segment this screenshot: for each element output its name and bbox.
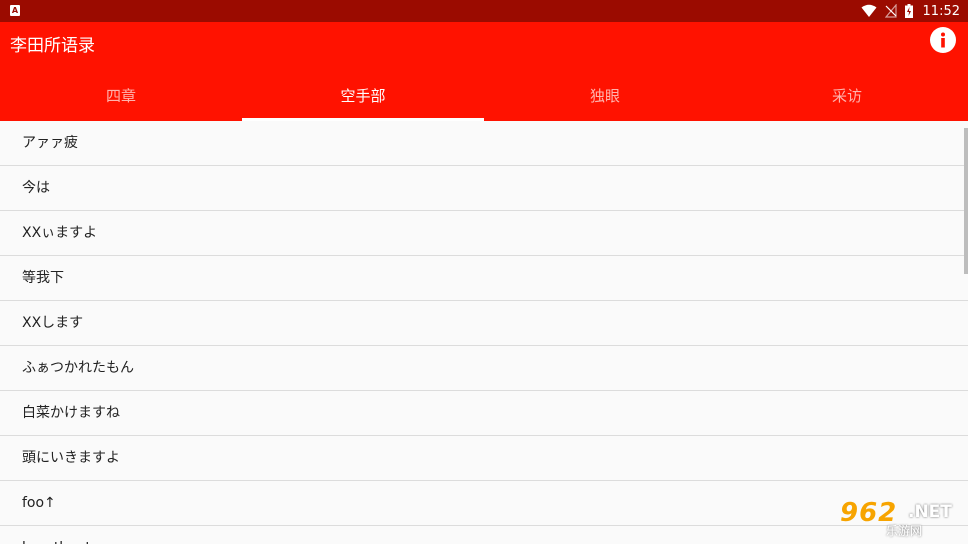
tab-bar: 四章 空手部 独眼 采访 [0, 70, 968, 121]
tab-dokugan[interactable]: 独眼 [484, 70, 726, 121]
status-icons: 11:52 [861, 0, 960, 22]
watermark-logo: 962 .NET 乐游网 [832, 498, 962, 538]
tab-sizhang[interactable]: 四章 [0, 70, 242, 121]
list-item[interactable]: XXします [0, 301, 968, 346]
list-item[interactable]: heartbeat [0, 526, 968, 544]
status-bar: A 11:52 [0, 0, 968, 22]
list-item[interactable]: 白菜かけますね [0, 391, 968, 436]
list-item[interactable]: XXぃますよ [0, 211, 968, 256]
quote-list: アァァ疲 今は XXぃますよ 等我下 XXします ふぁつかれたもん 白菜かけます… [0, 121, 968, 544]
tab-interview[interactable]: 采访 [726, 70, 968, 121]
list-item[interactable]: ふぁつかれたもん [0, 346, 968, 391]
watermark-caption: 乐游网 [886, 524, 923, 538]
clock: 11:52 [922, 3, 960, 19]
wifi-icon [861, 4, 877, 17]
notification-icon: A [10, 5, 20, 16]
list-item[interactable]: foo↑ [0, 481, 968, 526]
info-icon [941, 32, 945, 48]
app-title: 李田所语录 [10, 36, 95, 56]
battery-charging-icon [904, 4, 913, 18]
list-item[interactable]: 等我下 [0, 256, 968, 301]
scrollbar[interactable] [964, 128, 968, 274]
list-item[interactable]: 頭にいきますよ [0, 436, 968, 481]
watermark-domain: .NET [908, 502, 952, 522]
list-item[interactable]: 今は [0, 166, 968, 211]
tab-karate[interactable]: 空手部 [242, 70, 484, 121]
info-button[interactable] [930, 27, 956, 53]
list-item[interactable]: アァァ疲 [0, 121, 968, 166]
no-signal-icon [884, 4, 897, 18]
app-bar: 李田所语录 四章 空手部 独眼 采访 [0, 22, 968, 121]
